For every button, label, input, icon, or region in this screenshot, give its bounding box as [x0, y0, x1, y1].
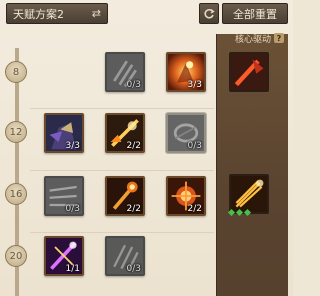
preset-selector[interactable]: 天赋方案2 ⇄: [6, 3, 108, 24]
talent-count: 0/3: [126, 80, 141, 90]
row-divider: [30, 232, 214, 233]
talent-slot-16-3[interactable]: 2/2: [166, 176, 206, 216]
preset-label: 天赋方案2: [13, 7, 64, 21]
talent-slot-12-3[interactable]: 0/3: [166, 113, 206, 153]
pip-icon: [227, 208, 236, 217]
level-badge-16: 16: [5, 183, 27, 205]
talent-slot-12-1[interactable]: 3/3: [44, 113, 84, 153]
talent-slot-8-3[interactable]: 3/3: [166, 52, 206, 92]
talent-slot-20-1[interactable]: 1/1: [44, 236, 84, 276]
core-slot-2[interactable]: [229, 174, 269, 214]
level-badge-20: 20: [5, 245, 27, 267]
talent-slot-8-2[interactable]: 0/3: [105, 52, 145, 92]
talent-count: 2/2: [126, 204, 141, 214]
refresh-icon: [204, 8, 215, 18]
talent-slot-12-2[interactable]: 2/2: [105, 113, 145, 153]
help-icon[interactable]: ?: [274, 33, 284, 43]
talent-count: 2/2: [187, 204, 202, 214]
level-badge-12: 12: [5, 121, 27, 143]
core-slot-1[interactable]: [229, 52, 269, 92]
talent-panel: 天赋方案2 ⇄ 全部重置 核心驱动 ? 8 12 16 20 0/3 3/3 3…: [0, 0, 293, 296]
core-header: 核心驱动 ?: [216, 31, 287, 45]
talent-count: 1/1: [65, 264, 80, 274]
talent-count: 3/3: [187, 80, 202, 90]
talent-slot-16-2[interactable]: 2/2: [105, 176, 145, 216]
level-badge-8: 8: [5, 61, 27, 83]
pip-icon: [235, 208, 244, 217]
talent-slot-16-1[interactable]: 0/3: [44, 176, 84, 216]
blazing-axe-icon: [231, 54, 267, 90]
row-divider: [30, 170, 214, 171]
pip-icon: [243, 208, 252, 217]
swap-icon: ⇄: [91, 7, 101, 20]
refresh-button[interactable]: [199, 3, 219, 24]
talent-count: 0/3: [65, 204, 80, 214]
talent-count: 0/3: [187, 141, 202, 151]
row-divider: [30, 108, 214, 109]
core-header-label: 核心驱动: [234, 34, 271, 45]
golden-arrows-icon: [231, 176, 267, 212]
reset-all-button[interactable]: 全部重置: [222, 3, 288, 24]
core-level-pips: [227, 208, 252, 217]
talent-count: 0/3: [126, 264, 141, 274]
talent-count: 3/3: [65, 141, 80, 151]
talent-slot-20-2[interactable]: 0/3: [105, 236, 145, 276]
talent-count: 2/2: [126, 141, 141, 151]
